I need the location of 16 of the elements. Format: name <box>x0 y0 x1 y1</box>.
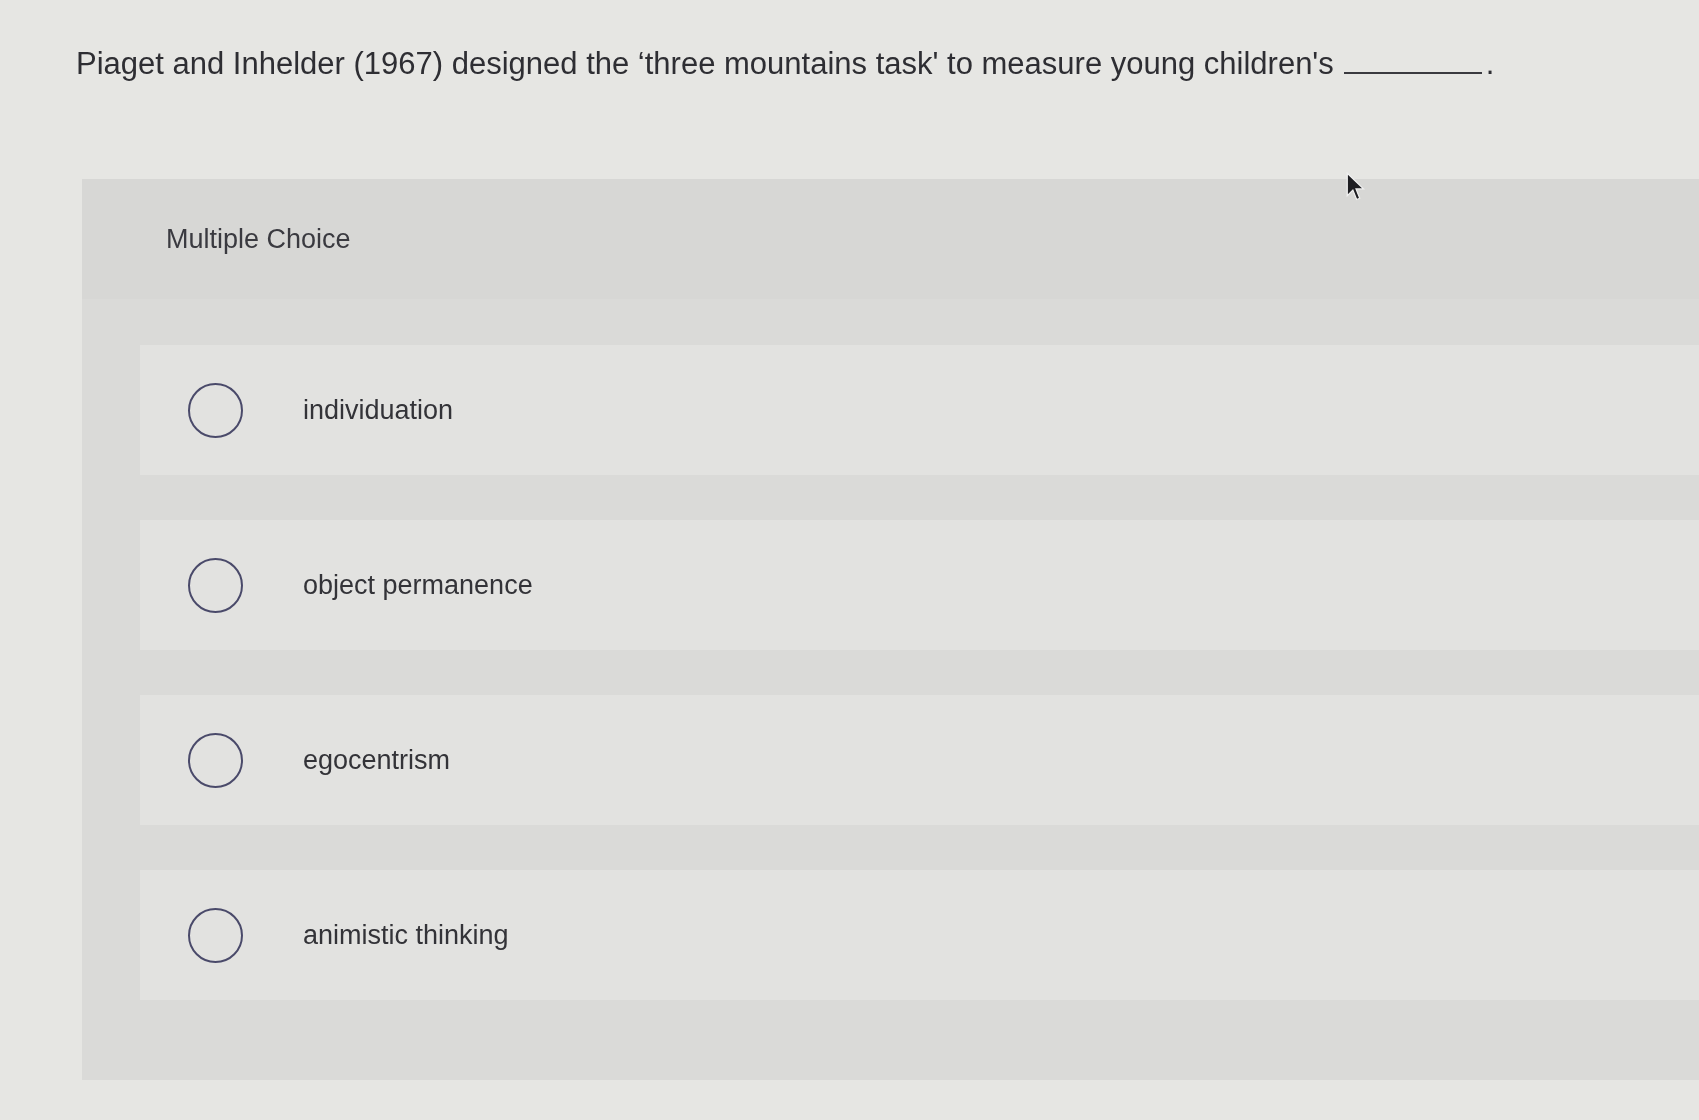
option-label: individuation <box>303 394 454 426</box>
question-text: Piaget and Inhelder (1967) designed the ‘three mountains task' to measure young children's <box>76 46 1334 82</box>
option-label: object permanence <box>303 569 533 601</box>
cursor-icon <box>1346 172 1366 202</box>
option-label: animistic thinking <box>303 919 509 951</box>
answer-option[interactable]: individuation <box>140 345 1699 475</box>
answer-option[interactable]: egocentrism <box>140 695 1699 825</box>
answer-option[interactable]: object permanence <box>140 520 1699 650</box>
answer-option[interactable]: animistic thinking <box>140 870 1699 1000</box>
option-label: egocentrism <box>303 744 451 776</box>
radio-button[interactable] <box>188 732 243 788</box>
question-type-label: Multiple Choice <box>166 223 351 255</box>
question-period: . <box>1485 46 1495 82</box>
radio-button[interactable] <box>188 907 243 963</box>
radio-button[interactable] <box>188 557 243 613</box>
radio-button[interactable] <box>188 382 243 438</box>
